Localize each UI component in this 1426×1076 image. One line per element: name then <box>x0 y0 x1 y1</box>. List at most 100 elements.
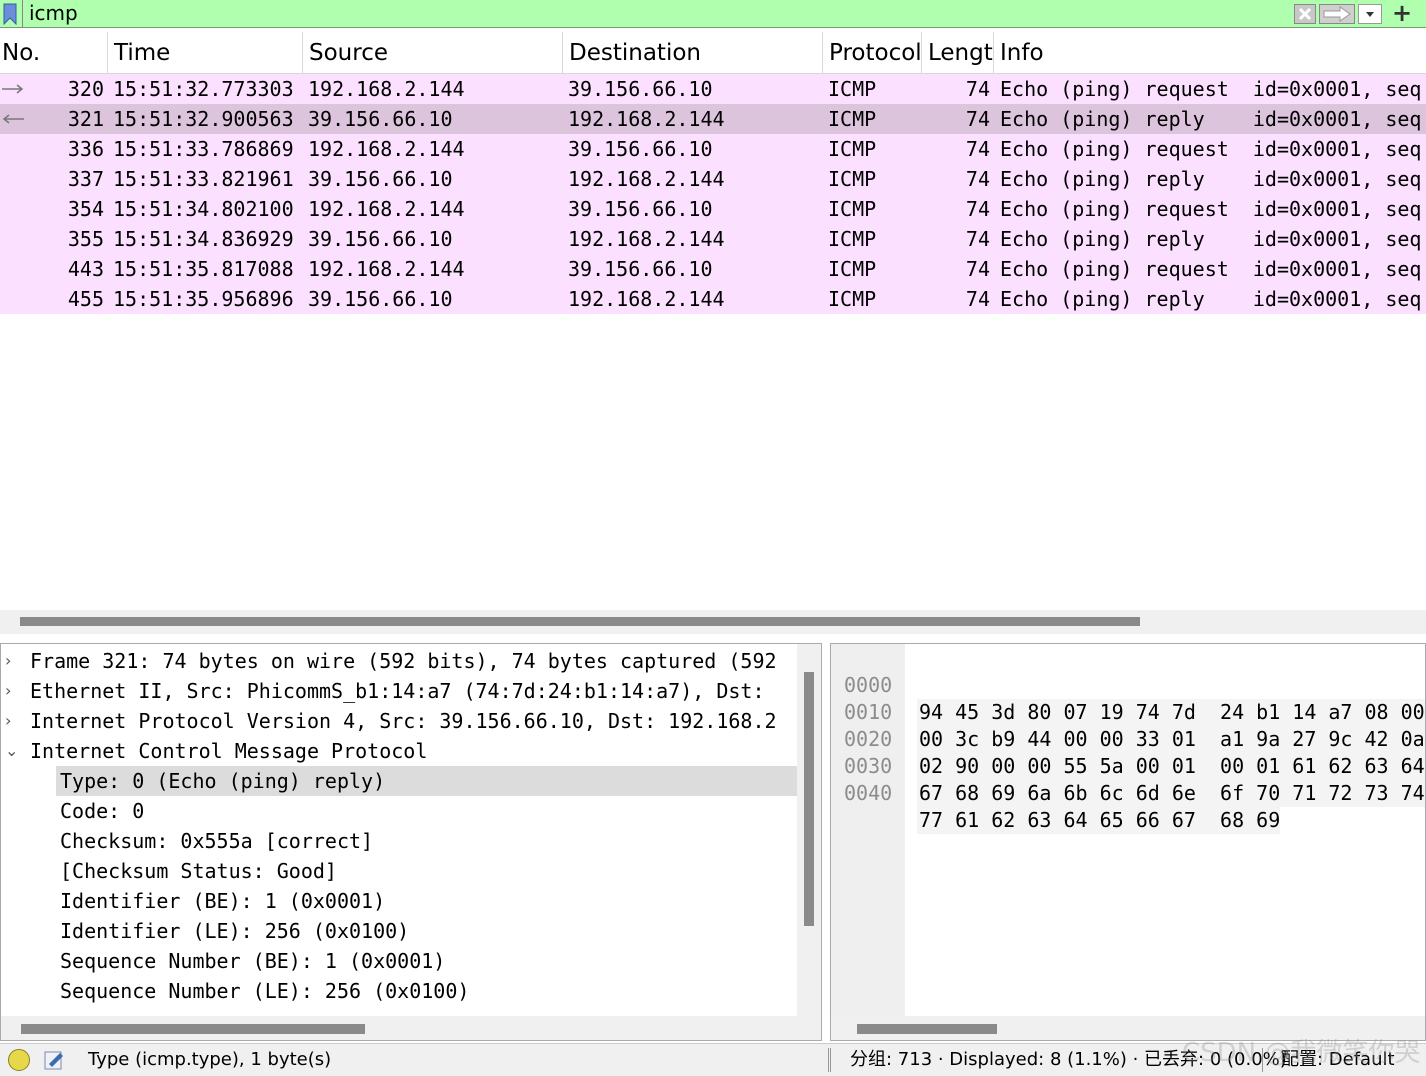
packet-info: Echo (ping) request id=0x0001, seq <box>1000 137 1422 161</box>
packet-time: 15:51:34.802100 <box>113 197 294 221</box>
tree-item-seq-be[interactable]: Sequence Number (BE): 1 (0x0001) <box>1 946 797 976</box>
tree-item-ethernet[interactable]: › Ethernet II, Src: PhicommS_b1:14:a7 (7… <box>1 676 797 706</box>
status-divider[interactable] <box>828 1048 831 1072</box>
bytes-row[interactable]: 0020 02 90 00 00 55 5a 00 01 00 01 61 62… <box>831 699 1425 780</box>
packet-row[interactable]: 354 15:51:34.802100 192.168.2.144 39.156… <box>0 194 1426 224</box>
packet-source: 39.156.66.10 <box>308 107 453 131</box>
packet-source: 39.156.66.10 <box>308 227 453 251</box>
details-horizontal-scrollbar[interactable] <box>1 1016 821 1040</box>
packet-list: No. Time Source Destination Protocol Len… <box>0 32 1426 610</box>
packet-info: Echo (ping) reply id=0x0001, seq <box>1000 287 1422 311</box>
packet-destination: 39.156.66.10 <box>568 257 713 281</box>
chevron-right-icon[interactable]: › <box>5 646 21 676</box>
tree-item-icmp-type-selected[interactable]: Type: 0 (Echo (ping) reply) <box>56 766 797 796</box>
packet-source: 39.156.66.10 <box>308 167 453 191</box>
tree-item-seq-le[interactable]: Sequence Number (LE): 256 (0x0100) <box>1 976 797 1006</box>
display-filter-input[interactable]: icmp <box>22 0 1288 28</box>
status-profile[interactable]: 配置: Default <box>1281 1044 1395 1076</box>
packet-time: 15:51:33.786869 <box>113 137 294 161</box>
packet-details-pane: › Frame 321: 74 bytes on wire (592 bits)… <box>0 643 822 1041</box>
clear-filter-icon[interactable] <box>1294 4 1316 24</box>
packet-no: 321 <box>67 107 104 131</box>
column-header-destination[interactable]: Destination <box>563 32 823 74</box>
packet-info: Echo (ping) reply id=0x0001, seq <box>1000 227 1422 251</box>
column-header-protocol[interactable]: Protocol <box>823 32 922 74</box>
bytes-row[interactable]: 0040 77 61 62 63 64 65 66 67 68 69 <box>831 753 1425 834</box>
tree-item-label: Code: 0 <box>60 799 145 823</box>
packet-list-horizontal-scrollbar[interactable] <box>0 610 1426 634</box>
bytes-row[interactable]: 0000 94 45 3d 80 07 19 74 7d 24 b1 14 a7… <box>831 645 1425 726</box>
packet-length: 74 <box>965 77 990 101</box>
packet-no: 320 <box>67 77 104 101</box>
tree-item-checksum[interactable]: Checksum: 0x555a [correct] <box>1 826 797 856</box>
column-header-no[interactable]: No. <box>0 32 108 74</box>
packet-bytes-pane: 0000 94 45 3d 80 07 19 74 7d 24 b1 14 a7… <box>830 643 1426 1041</box>
status-packet-counts: 分组: 713 · Displayed: 8 (1.1%) · 已丢弃: 0 (… <box>850 1049 1287 1070</box>
tree-item-identifier-be[interactable]: Identifier (BE): 1 (0x0001) <box>1 886 797 916</box>
packet-row-selected[interactable]: 321 15:51:32.900563 39.156.66.10 192.168… <box>0 104 1426 134</box>
column-header-info[interactable]: Info <box>994 32 1426 74</box>
packet-destination: 39.156.66.10 <box>568 197 713 221</box>
scrollbar-thumb[interactable] <box>857 1024 997 1034</box>
bytes-row[interactable]: 0030 67 68 69 6a 6b 6c 6d 6e 6f 70 71 72… <box>831 726 1425 807</box>
packet-no: 336 <box>67 137 104 161</box>
tree-item-label: Frame 321: 74 bytes on wire (592 bits), … <box>30 649 777 673</box>
details-vertical-scrollbar[interactable] <box>797 644 821 1016</box>
packet-info: Echo (ping) request id=0x0001, seq <box>1000 197 1422 221</box>
expert-info-led-icon[interactable] <box>8 1049 30 1071</box>
bytes-row[interactable]: 0010 00 3c b9 44 00 00 33 01 a1 9a 27 9c… <box>831 672 1425 753</box>
packet-protocol: ICMP <box>828 257 877 281</box>
tree-item-ipv4[interactable]: › Internet Protocol Version 4, Src: 39.1… <box>1 706 797 736</box>
tree-item-identifier-le[interactable]: Identifier (LE): 256 (0x0100) <box>1 916 797 946</box>
packet-protocol: ICMP <box>828 287 877 311</box>
bytes-horizontal-scrollbar[interactable] <box>831 1016 1425 1040</box>
packet-source: 39.156.66.10 <box>308 287 453 311</box>
packet-row[interactable]: 443 15:51:35.817088 192.168.2.144 39.156… <box>0 254 1426 284</box>
packet-source: 192.168.2.144 <box>308 77 465 101</box>
chevron-right-icon[interactable]: › <box>5 706 21 736</box>
scrollbar-thumb[interactable] <box>20 617 1140 626</box>
chevron-down-icon[interactable]: ⌄ <box>5 736 21 766</box>
tree-item-icmp[interactable]: ⌄ Internet Control Message Protocol <box>1 736 797 766</box>
packet-row[interactable]: 455 15:51:35.956896 39.156.66.10 192.168… <box>0 284 1426 314</box>
tree-item-label: Identifier (LE): 256 (0x0100) <box>60 919 410 943</box>
capture-comment-edit-icon[interactable] <box>42 1048 66 1072</box>
packet-destination: 39.156.66.10 <box>568 77 713 101</box>
packet-row[interactable]: 355 15:51:34.836929 39.156.66.10 192.168… <box>0 224 1426 254</box>
scrollbar-thumb[interactable] <box>804 672 814 926</box>
display-filter-bar: icmp + <box>0 0 1426 28</box>
column-header-length[interactable]: Lengt <box>922 32 994 74</box>
apply-filter-arrow-icon[interactable] <box>1319 4 1355 24</box>
packet-destination: 39.156.66.10 <box>568 137 713 161</box>
bytes-hex[interactable]: 77 61 62 63 64 65 66 67 68 69 <box>917 807 1281 834</box>
tree-item-label: Ethernet II, Src: PhicommS_b1:14:a7 (74:… <box>30 679 777 703</box>
scrollbar-thumb[interactable] <box>21 1024 365 1034</box>
tree-item-frame[interactable]: › Frame 321: 74 bytes on wire (592 bits)… <box>1 646 797 676</box>
packet-time: 15:51:34.836929 <box>113 227 294 251</box>
packet-length: 74 <box>965 257 990 281</box>
packet-destination: 192.168.2.144 <box>568 287 725 311</box>
packet-row[interactable]: 337 15:51:33.821961 39.156.66.10 192.168… <box>0 164 1426 194</box>
tree-item-label: [Checksum Status: Good] <box>60 859 337 883</box>
packet-destination: 192.168.2.144 <box>568 227 725 251</box>
packet-no: 354 <box>67 197 104 221</box>
packet-no: 455 <box>67 287 104 311</box>
tree-item-label: Internet Protocol Version 4, Src: 39.156… <box>30 709 777 733</box>
packet-time: 15:51:32.900563 <box>113 107 294 131</box>
add-filter-button-plus-icon[interactable]: + <box>1387 0 1417 28</box>
packet-protocol: ICMP <box>828 77 877 101</box>
packet-row[interactable]: 320 15:51:32.773303 192.168.2.144 39.156… <box>0 74 1426 104</box>
tree-item-icmp-code[interactable]: Code: 0 <box>1 796 797 826</box>
filter-history-dropdown-icon[interactable] <box>1358 4 1382 24</box>
packet-source: 192.168.2.144 <box>308 197 465 221</box>
tree-item-checksum-status[interactable]: [Checksum Status: Good] <box>1 856 797 886</box>
column-header-source[interactable]: Source <box>303 32 563 74</box>
bytes-hex[interactable]: 67 68 69 6a 6b 6c 6d 6e 6f 70 71 72 73 7… <box>917 780 1425 807</box>
status-divider <box>1262 1048 1263 1072</box>
packet-row[interactable]: 336 15:51:33.786869 192.168.2.144 39.156… <box>0 134 1426 164</box>
packet-info: Echo (ping) request id=0x0001, seq <box>1000 257 1422 281</box>
column-header-time[interactable]: Time <box>108 32 303 74</box>
bookmark-icon[interactable] <box>3 3 17 25</box>
chevron-right-icon[interactable]: › <box>5 676 21 706</box>
packet-protocol: ICMP <box>828 167 877 191</box>
